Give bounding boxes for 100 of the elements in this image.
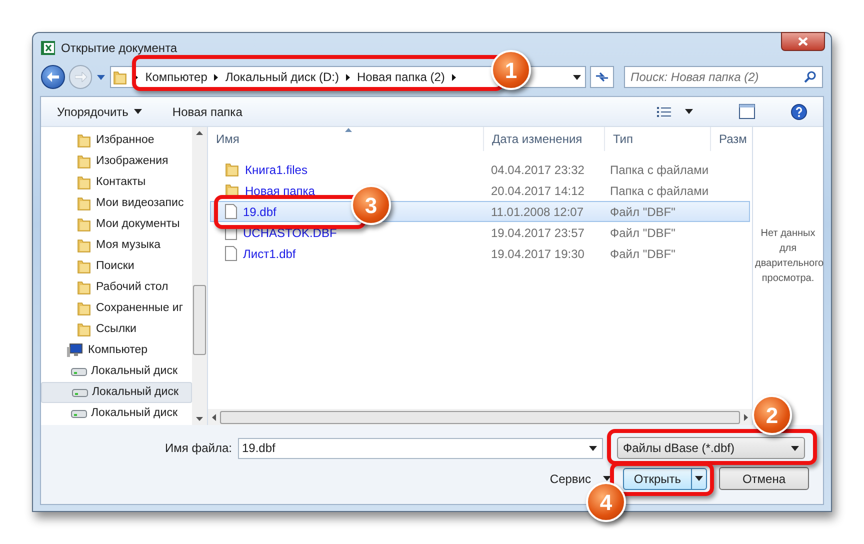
horizontal-scrollbar[interactable] <box>208 409 752 425</box>
date-cell-text: 19.04.2017 23:57 <box>490 224 586 242</box>
scroll-thumb[interactable] <box>193 285 206 355</box>
refresh-button[interactable] <box>590 66 614 88</box>
file-name: 19.dbf <box>243 204 276 220</box>
step-badge: 4 <box>586 482 626 522</box>
folder-icon <box>113 70 128 84</box>
date-cell-text: 04.04.2017 23:32 <box>490 162 586 178</box>
caret-icon <box>695 476 703 481</box>
close-button[interactable] <box>781 32 825 51</box>
sidebar-item[interactable]: Рабочий стол <box>41 277 192 298</box>
preview-pane-button[interactable] <box>739 104 755 119</box>
help-icon <box>791 104 807 120</box>
folder-icon <box>77 238 91 253</box>
drive-icon <box>71 366 87 376</box>
scroll-down-icon <box>196 417 203 421</box>
folder-icon <box>77 196 91 211</box>
sidebar-item[interactable]: Локальный диск <box>41 382 192 403</box>
caret-icon <box>134 109 142 114</box>
folder-icon <box>77 301 91 316</box>
column-header[interactable]: Тип <box>605 127 711 151</box>
file-row[interactable]: Лист1.dbf 19.04.2017 19:30 Файл "DBF" <box>210 243 750 264</box>
scroll-left-icon <box>212 414 216 420</box>
back-arrow-icon <box>46 72 59 82</box>
date-cell-text: 11.01.2008 12:07 <box>490 204 585 220</box>
folder-icon <box>77 154 91 169</box>
type-cell-text: Файл "DBF" <box>609 246 676 262</box>
open-split-button[interactable]: Открыть <box>623 468 707 490</box>
sidebar-item[interactable]: Компьютер <box>41 340 192 361</box>
breadcrumb-link[interactable]: Компьютер <box>145 68 208 86</box>
sidebar-item[interactable]: Контакты <box>41 172 192 193</box>
cancel-button[interactable]: Отмена <box>719 467 809 490</box>
folder-icon <box>225 162 239 177</box>
type-cell-text: Файл "DBF" <box>609 224 676 242</box>
folder-icon <box>77 259 91 274</box>
new-folder-button[interactable]: Новая папка <box>172 102 242 120</box>
chevron-icon <box>452 74 456 80</box>
caret-icon <box>790 446 799 450</box>
caret-icon <box>97 74 106 80</box>
file-name: Книга1.files <box>245 162 308 178</box>
breadcrumb-link[interactable]: Новая папка (2) <box>356 68 445 86</box>
file-name-field[interactable]: 19.dbf <box>238 438 603 458</box>
file-name: Новая папка <box>245 182 315 200</box>
sidebar-item[interactable]: Избранное <box>41 130 192 151</box>
window-title: Открытие документа <box>61 40 178 56</box>
type-cell-text: Папка с файлами <box>609 162 709 178</box>
file-name: UCHASTOK.DBF <box>243 224 337 242</box>
sidebar-item[interactable]: Моя музыка <box>41 235 192 256</box>
details-view-icon <box>657 106 671 118</box>
column-header[interactable]: Дата изменения <box>484 127 605 151</box>
sidebar-item[interactable]: Мои видеозапис <box>41 193 192 214</box>
scroll-thumb[interactable] <box>220 410 740 424</box>
scroll-right-icon <box>744 414 748 420</box>
folder-icon <box>77 217 91 232</box>
file-name-label: Имя файла: <box>165 440 232 457</box>
type-cell-text: Папка с файлами <box>609 182 709 200</box>
drive-icon <box>71 408 87 418</box>
caret-icon <box>685 109 693 114</box>
organize-menu[interactable]: Упорядочить <box>57 102 142 120</box>
sidebar-item[interactable]: Ссылки <box>41 319 192 340</box>
help-button[interactable] <box>791 104 807 120</box>
spreadsheet-app-icon <box>41 40 55 54</box>
back-button[interactable] <box>41 65 65 89</box>
file-name: Лист1.dbf <box>243 246 296 262</box>
date-cell-text: 20.04.2017 14:12 <box>490 182 586 200</box>
chevron-icon <box>346 74 350 80</box>
sidebar-item[interactable]: Локальный диск <box>41 361 192 382</box>
sidebar-item[interactable]: Мои документы <box>41 214 192 235</box>
file-row[interactable]: Книга1.files 04.04.2017 23:32 Папка с файлами <box>210 159 750 180</box>
folder-icon <box>77 322 91 337</box>
vertical-scrollbar[interactable] <box>192 127 207 425</box>
search-icon <box>804 71 816 83</box>
scroll-up-icon <box>196 131 203 135</box>
breadcrumb-link[interactable]: Локальный диск (D:) <box>225 68 339 86</box>
computer-icon <box>67 343 83 358</box>
drive-icon <box>72 388 88 398</box>
pane-icon <box>739 104 755 119</box>
date-cell-text: 19.04.2017 19:30 <box>490 246 586 262</box>
view-options-button[interactable] <box>657 106 693 118</box>
folder-icon <box>77 175 91 190</box>
document-icon <box>225 246 237 261</box>
search-field[interactable]: Поиск: Новая папка (2) <box>624 66 823 88</box>
sidebar-item[interactable]: Поиски <box>41 256 192 277</box>
sidebar-item[interactable]: Сохраненные иг <box>41 298 192 319</box>
document-icon <box>225 204 237 219</box>
refresh-icon <box>594 71 609 83</box>
file-type-dropdown[interactable]: Файлы dBase (*.dbf) <box>616 437 805 459</box>
folder-icon <box>77 133 91 148</box>
sidebar-item[interactable]: Изображения <box>41 151 192 172</box>
sort-arrow-icon <box>345 128 352 132</box>
caret-icon <box>572 74 581 80</box>
close-icon <box>798 37 808 46</box>
column-header[interactable]: Разм <box>711 127 751 151</box>
chevron-icon <box>214 74 218 80</box>
folder-icon <box>77 280 91 295</box>
caret-icon <box>588 446 597 450</box>
file-row[interactable]: UCHASTOK.DBF 19.04.2017 23:57 Файл "DBF" <box>210 222 750 243</box>
type-cell-text: Файл "DBF" <box>609 204 676 220</box>
sidebar-item[interactable]: Локальный диск <box>41 403 192 424</box>
forward-arrow-icon <box>74 72 87 82</box>
